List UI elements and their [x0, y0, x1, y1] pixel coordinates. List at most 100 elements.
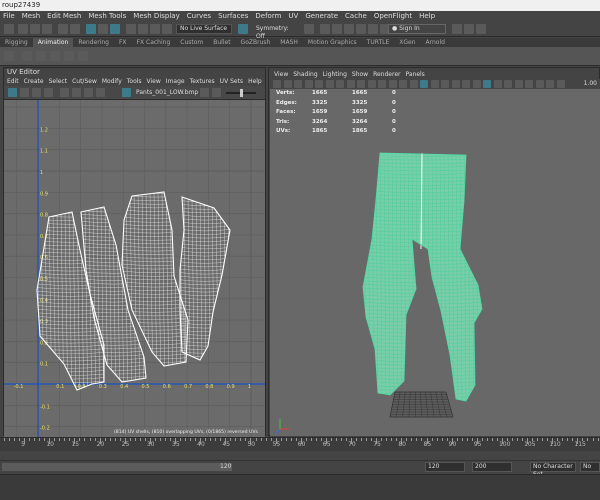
perspective-viewport[interactable]: Verts: 1665 1665 0 Edges: 3325 3325 0 Faces: 1659…: [270, 89, 600, 436]
uv-texture-icon[interactable]: [122, 88, 131, 97]
viewport-tool-icon[interactable]: [451, 80, 460, 88]
uv-shaded-icon[interactable]: [84, 88, 93, 97]
uv-image-icon[interactable]: [72, 88, 81, 97]
main-menu-item[interactable]: Surfaces: [218, 12, 248, 20]
construction-history-icon[interactable]: [304, 24, 314, 34]
sign-in-button[interactable]: ● Sign In: [388, 24, 446, 34]
uv-menu-item[interactable]: Textures: [190, 78, 215, 85]
shelf-tool-icon[interactable]: [50, 51, 60, 61]
viewport-tool-icon[interactable]: [462, 80, 470, 88]
range-end-field[interactable]: 120: [425, 462, 465, 472]
live-surface-dropdown[interactable]: No Live Surface: [176, 24, 232, 34]
select-by-component-icon[interactable]: [110, 24, 120, 34]
render-frame-icon[interactable]: [320, 24, 330, 34]
save-scene-icon[interactable]: [42, 24, 52, 34]
new-scene-icon[interactable]: [18, 24, 28, 34]
viewport-menu-item[interactable]: Lighting: [323, 71, 347, 78]
uv-menu-item[interactable]: Help: [248, 78, 262, 85]
time-slider-bar[interactable]: [0, 452, 600, 460]
ipr-render-icon[interactable]: [332, 24, 342, 34]
main-menu-item[interactable]: Mesh: [22, 12, 40, 20]
viewport-tool-icon[interactable]: [441, 80, 449, 88]
viewport-tool-icon[interactable]: [304, 80, 313, 88]
uv-exposure-handle[interactable]: [240, 89, 243, 97]
channel-box-icon[interactable]: [476, 24, 486, 34]
main-menu-item[interactable]: Curves: [187, 12, 211, 20]
layout-icon[interactable]: [4, 24, 14, 34]
gamma-field[interactable]: 1.00: [584, 80, 597, 87]
uv-menu-item[interactable]: Image: [166, 78, 185, 85]
shelf-tool-icon[interactable]: [22, 51, 32, 61]
viewport-tool-icon[interactable]: [472, 80, 481, 88]
viewport-tool-icon[interactable]: [346, 80, 355, 88]
viewport-tool-icon[interactable]: [336, 80, 344, 88]
shelf-tool-icon[interactable]: [64, 51, 74, 61]
uv-menu-item[interactable]: Create: [24, 78, 44, 85]
viewport-menu-item[interactable]: Panels: [405, 71, 424, 78]
viewport-menu-item[interactable]: View: [274, 71, 288, 78]
uv-menu-item[interactable]: Edit: [7, 78, 19, 85]
render-view-icon[interactable]: [368, 24, 378, 34]
uv-channel-icon[interactable]: [200, 88, 209, 97]
uv-shell-icon[interactable]: [20, 88, 29, 97]
viewport-menu-item[interactable]: Renderer: [373, 71, 400, 78]
symmetry-dropdown[interactable]: Symmetry: Off: [252, 24, 300, 40]
uv-grid-view[interactable]: 1.2 1.1 1 0.9 0.8 0.7 0.6 0.5 0.4 0.3 0.2 0.1 -0.1 -0…: [4, 100, 277, 496]
main-menu-item[interactable]: Mesh Tools: [88, 12, 126, 20]
viewport-tool-icon[interactable]: [315, 80, 323, 88]
uv-menu-item[interactable]: Cut/Sew: [72, 78, 97, 85]
uv-exposure-icon[interactable]: [212, 88, 221, 97]
viewport-tool-icon[interactable]: [357, 80, 365, 88]
shelf-tab[interactable]: GoZBrush: [236, 38, 276, 47]
shelf-tab[interactable]: Rendering: [73, 38, 114, 47]
viewport-tool-icon[interactable]: [430, 80, 439, 88]
viewport-tool-icon[interactable]: [273, 80, 281, 88]
main-menu-item[interactable]: Edit Mesh: [47, 12, 81, 20]
viewport-tool-icon[interactable]: [535, 80, 544, 88]
uv-face-icon[interactable]: [44, 88, 53, 97]
main-menu-item[interactable]: OpenFlight: [374, 12, 412, 20]
select-by-object-icon[interactable]: [98, 24, 108, 34]
snap-point-icon[interactable]: [150, 24, 160, 34]
shelf-tab[interactable]: MASH: [275, 38, 303, 47]
viewport-tool-icon[interactable]: [283, 80, 292, 88]
viewport-tool-icon[interactable]: [420, 80, 428, 88]
main-menu-item[interactable]: Mesh Display: [133, 12, 179, 20]
shelf-tool-icon[interactable]: [36, 51, 46, 61]
viewport-menu-item[interactable]: Show: [352, 71, 368, 78]
attribute-editor-icon[interactable]: [464, 24, 474, 34]
pants-mesh[interactable]: [358, 149, 486, 405]
viewport-tool-icon[interactable]: [483, 80, 491, 88]
shelf-menu-icon[interactable]: [4, 51, 14, 61]
modeling-toolkit-icon[interactable]: [452, 24, 462, 34]
viewport-tool-icon[interactable]: [525, 80, 533, 88]
range-slider-bar[interactable]: [2, 463, 232, 471]
uv-menu-item[interactable]: Select: [49, 78, 68, 85]
shelf-tab[interactable]: Arnold: [421, 38, 450, 47]
playback-end-field[interactable]: 200: [472, 462, 512, 472]
shelf-tab[interactable]: Motion Graphics: [303, 38, 362, 47]
uv-edge-icon[interactable]: [32, 88, 41, 97]
main-menu-item[interactable]: UV: [288, 12, 298, 20]
viewport-tool-icon[interactable]: [378, 80, 386, 88]
shelf-tab[interactable]: Animation: [32, 38, 74, 47]
shelf-tab[interactable]: TURTLE: [362, 38, 395, 47]
shelf-tab[interactable]: Bullet: [208, 38, 235, 47]
snap-grid-icon[interactable]: [126, 24, 136, 34]
symmetry-icon[interactable]: [238, 24, 248, 34]
uv-menu-item[interactable]: UV Sets: [220, 78, 243, 85]
shelf-tab[interactable]: FX: [114, 38, 132, 47]
main-menu-item[interactable]: Deform: [255, 12, 281, 20]
uv-menu-item[interactable]: Tools: [127, 78, 142, 85]
viewport-tool-icon[interactable]: [325, 80, 334, 88]
snap-surface-icon[interactable]: [162, 24, 172, 34]
viewport-tool-icon[interactable]: [493, 80, 502, 88]
select-by-hierarchy-icon[interactable]: [86, 24, 96, 34]
shelf-tab[interactable]: Custom: [175, 38, 208, 47]
hypershade-icon[interactable]: [356, 24, 366, 34]
viewport-tool-icon[interactable]: [546, 80, 554, 88]
uv-texture-dropdown[interactable]: Pants_001_LOW.bmp: [136, 89, 198, 96]
viewport-tool-icon[interactable]: [367, 80, 376, 88]
viewport-menu-item[interactable]: Shading: [293, 71, 317, 78]
main-menu-item[interactable]: Help: [419, 12, 435, 20]
